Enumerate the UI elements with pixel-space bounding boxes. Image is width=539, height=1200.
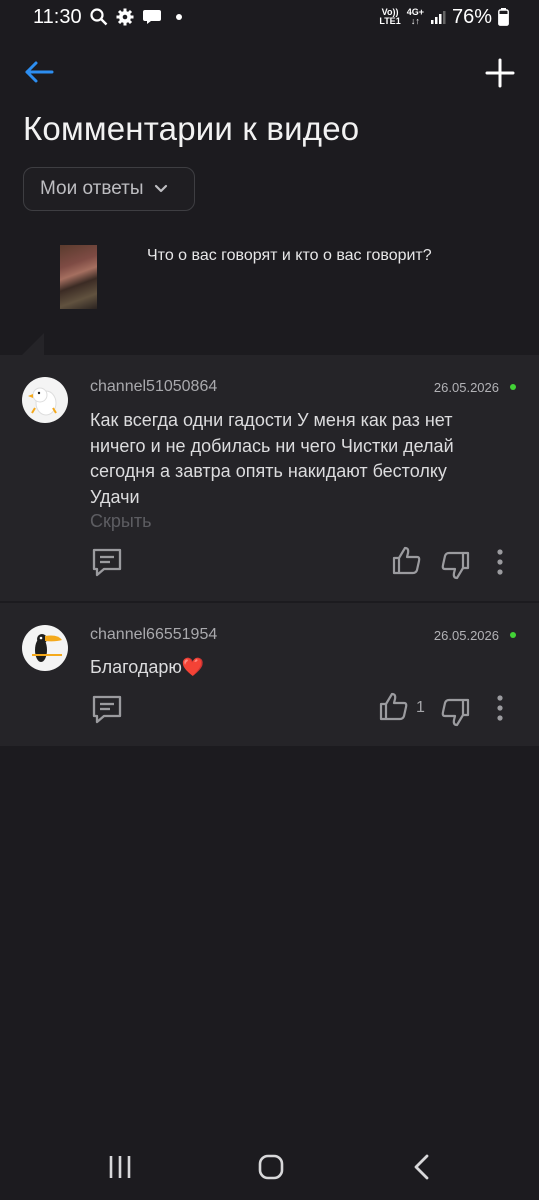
chat-status-icon: [142, 10, 161, 24]
filter-label: Мои ответы: [40, 178, 144, 199]
toucan-avatar-icon: [32, 634, 62, 662]
comment-line: Как всегда одни гадости У меня как раз н…: [90, 410, 453, 430]
thumbs-up-icon: [392, 546, 421, 575]
status-bar: 11:30 Vo)) LTE1 4G+ ↓↑ 76%: [0, 0, 539, 34]
chevron-left-icon: [414, 1154, 429, 1180]
status-right: Vo)) LTE1 4G+ ↓↑ 76%: [379, 6, 509, 29]
comment-text: Благодарю❤️: [90, 657, 205, 677]
comment-line: ничего и не добилась ни чего Чистки дела…: [90, 435, 454, 456]
more-vertical-icon: [497, 695, 503, 721]
system-back-button[interactable]: [402, 1150, 442, 1184]
chevron-down-icon: [154, 184, 167, 193]
status-left: 11:30: [33, 6, 182, 29]
thumbs-up-icon: [379, 692, 408, 721]
reply-icon: [92, 695, 122, 724]
avatar[interactable]: [22, 625, 68, 671]
dislike-button[interactable]: [438, 695, 472, 729]
like-count: 1: [416, 699, 425, 716]
like-button[interactable]: [377, 690, 411, 724]
reply-button[interactable]: [90, 693, 124, 727]
volte-indicator: Vo)) LTE1: [379, 8, 400, 26]
reply-button[interactable]: [90, 546, 124, 580]
more-button[interactable]: [483, 546, 517, 580]
comment-author[interactable]: channel66551954: [90, 626, 217, 644]
online-indicator: [510, 632, 516, 638]
comment-item: channel66551954 26.05.2026 Благодарю❤️ 1: [0, 603, 539, 746]
dislike-button[interactable]: [438, 548, 472, 582]
comment-date: 26.05.2026: [433, 380, 499, 395]
notification-dot: [175, 14, 182, 20]
comment-author[interactable]: channel51050864: [90, 378, 217, 396]
thumbs-down-icon: [441, 698, 470, 727]
like-button[interactable]: [390, 544, 424, 578]
signal-icon: [430, 11, 446, 24]
add-button[interactable]: [482, 52, 518, 92]
page-title: Комментарии к видео: [23, 110, 360, 147]
more-button[interactable]: [483, 692, 517, 726]
comment-line: Удачи: [90, 486, 140, 507]
search-status-icon: [89, 8, 107, 26]
back-button[interactable]: [22, 52, 58, 92]
bubble-tail: [22, 333, 44, 355]
comment-line: сегодня а завтра опять накидают бестолку: [90, 461, 447, 481]
system-nav-bar: [0, 1140, 539, 1194]
avatar[interactable]: [22, 377, 68, 423]
volte-bottom: LTE1: [379, 16, 401, 26]
online-indicator: [510, 384, 516, 390]
plus-icon: [485, 58, 515, 88]
more-vertical-icon: [497, 549, 503, 575]
video-row: Что о вас говорят и кто о вас говорит?: [0, 240, 539, 320]
arrow-left-icon: [25, 61, 54, 83]
video-thumbnail[interactable]: [60, 245, 97, 309]
thumbs-down-icon: [441, 551, 470, 580]
settings-status-icon: [116, 8, 134, 26]
network-indicator: 4G+ ↓↑: [407, 8, 424, 26]
comment-date: 26.05.2026: [433, 628, 499, 643]
comment-item: channel51050864 26.05.2026 Как всегда од…: [0, 355, 539, 601]
home-icon: [258, 1154, 284, 1180]
comment-text: Как всегда одни гадости У меня как раз н…: [90, 408, 510, 510]
filter-dropdown[interactable]: Мои ответы: [23, 167, 195, 211]
status-time: 11:30: [33, 5, 82, 28]
hide-button[interactable]: Скрыть: [90, 511, 151, 532]
recents-icon: [109, 1156, 131, 1178]
video-title[interactable]: Что о вас говорят и кто о вас говорит?: [147, 247, 432, 265]
home-button[interactable]: [251, 1150, 291, 1184]
app-bar: [0, 50, 539, 95]
battery-icon: [498, 8, 509, 26]
network-arrows: ↓↑: [410, 16, 420, 26]
goose-avatar-icon: [28, 387, 57, 416]
battery-percent: 76%: [451, 5, 492, 28]
recents-button[interactable]: [100, 1150, 140, 1184]
reply-icon: [92, 548, 122, 577]
